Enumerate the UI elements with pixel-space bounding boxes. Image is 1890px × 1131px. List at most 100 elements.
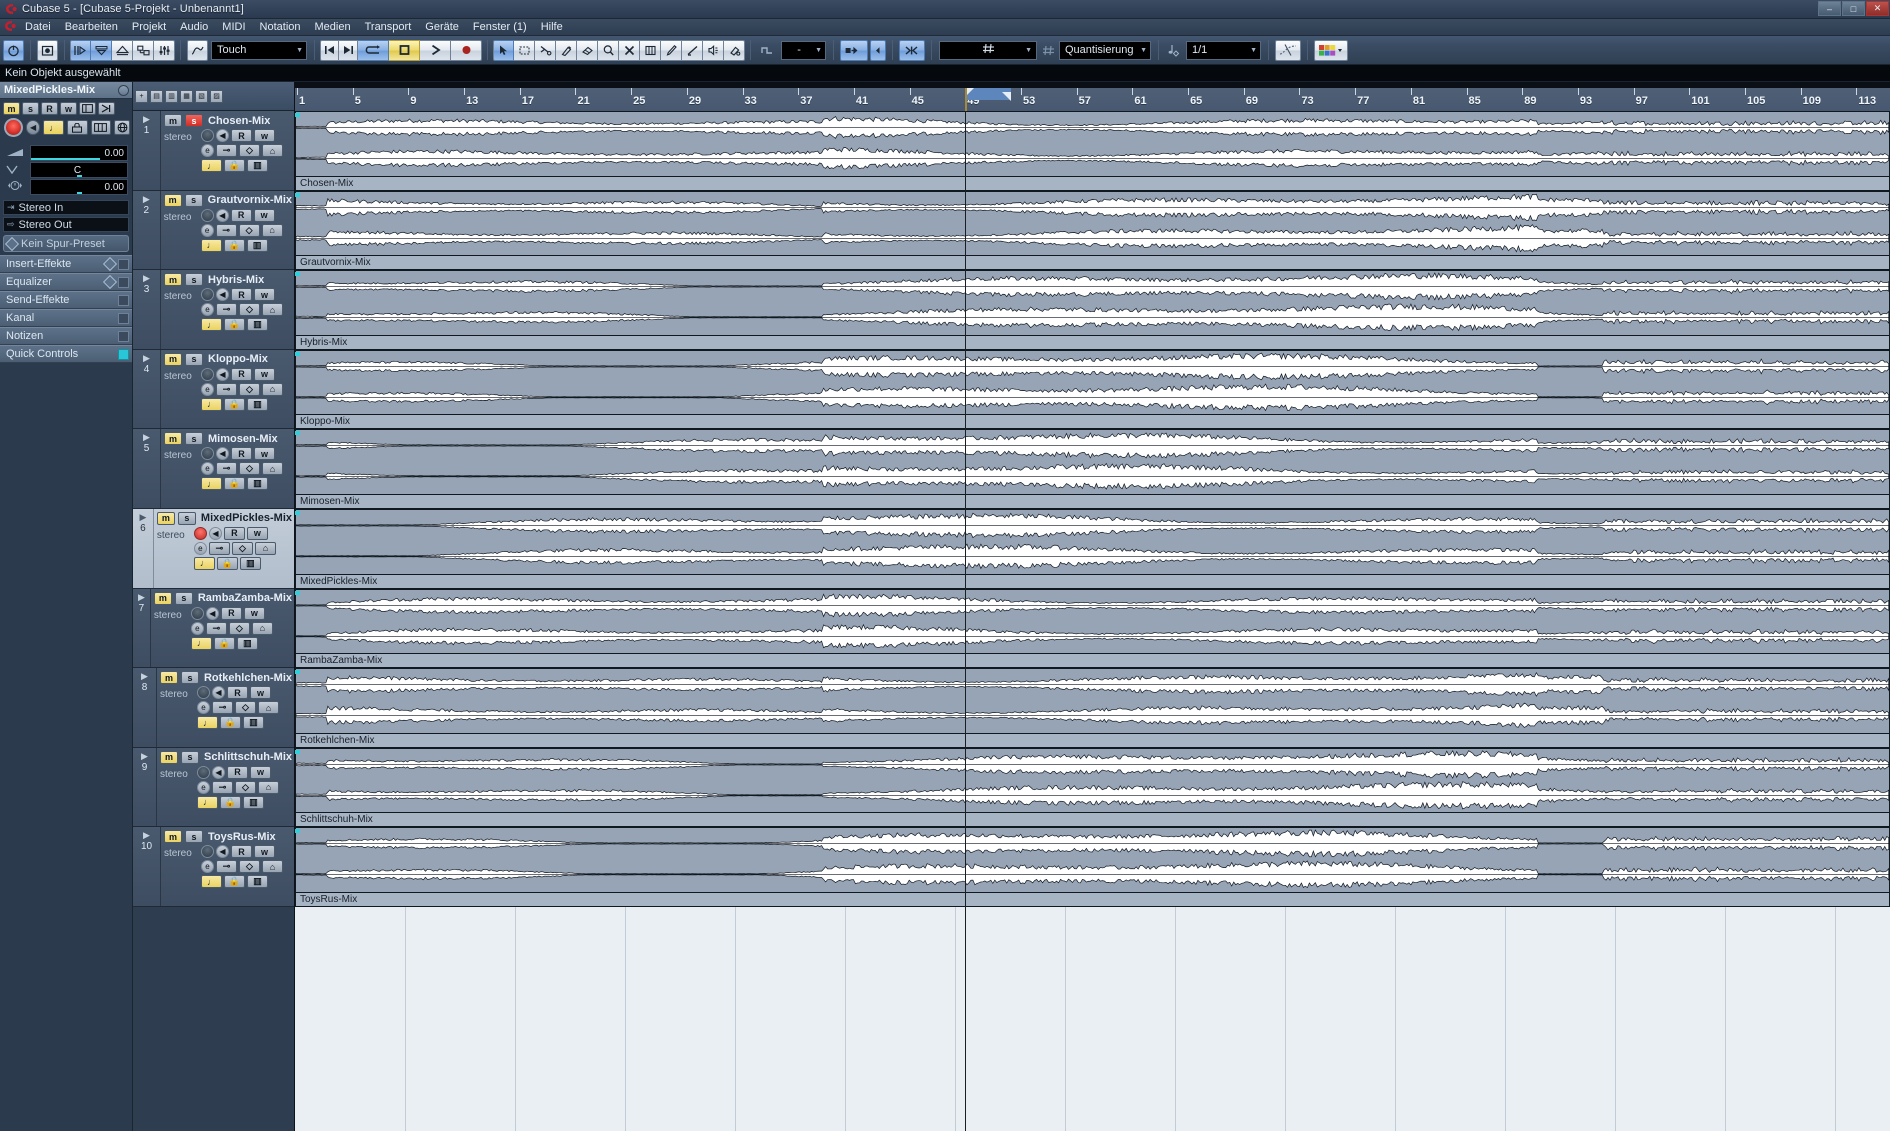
inspector-musical-mode-icon[interactable]: ♩: [43, 120, 65, 135]
playhead-cursor[interactable]: [965, 111, 967, 1131]
track-solo-button[interactable]: s: [185, 830, 203, 844]
track-edit-channel-icon[interactable]: e: [201, 303, 214, 317]
menu-bar[interactable]: Datei Bearbeiten Projekt Audio MIDI Notation M…: [0, 19, 1890, 36]
track-inspector-icon[interactable]: ▥: [165, 89, 178, 103]
track-lane[interactable]: Chosen-Mix: [295, 111, 1890, 191]
inspector-section-kanal[interactable]: Kanal: [0, 309, 132, 327]
toolbar[interactable]: Touch ▼ - ▼ ▼ Quantisierung ▼ 1/1 ▼: [0, 36, 1890, 65]
inspector-section-send-effekte[interactable]: Send-Effekte: [0, 291, 132, 309]
track-freeze-icon[interactable]: ⌂: [261, 223, 283, 237]
track-expand-arrow-icon[interactable]: ▶: [143, 353, 150, 363]
event-handle[interactable]: [295, 829, 300, 834]
track-inserts-icon[interactable]: ⊸: [215, 223, 237, 237]
object-selection-arrow-icon[interactable]: [493, 39, 514, 61]
track-edit-channel-icon[interactable]: e: [190, 621, 204, 635]
track-read-automation-button[interactable]: R: [231, 367, 252, 381]
time-warp-icon[interactable]: [640, 39, 661, 61]
show-event-infoline-icon[interactable]: [91, 39, 112, 61]
track-list-view-icon[interactable]: ▤: [150, 89, 163, 103]
track-mute-button[interactable]: m: [164, 273, 182, 287]
track-io-icon[interactable]: ▧: [195, 89, 208, 103]
track-write-automation-button[interactable]: w: [253, 208, 275, 222]
zoom-magnifier-icon[interactable]: [598, 39, 619, 61]
track-solo-button[interactable]: s: [185, 432, 203, 446]
track-inserts-icon[interactable]: ⊸: [216, 462, 237, 476]
track-expand-arrow-icon[interactable]: ▶: [143, 433, 150, 442]
inspector-track-header[interactable]: MixedPickles-Mix: [0, 82, 132, 99]
line-tool-icon[interactable]: [682, 39, 703, 61]
track-lane[interactable]: Kloppo-Mix: [295, 349, 1890, 430]
track-monitor-speaker-icon[interactable]: ◀: [205, 606, 219, 620]
track-lanes-icon[interactable]: ▥: [247, 318, 268, 332]
inspector-volume-row[interactable]: 0.00: [4, 145, 128, 161]
track-solo-button[interactable]: s: [184, 193, 203, 207]
track-solo-button[interactable]: s: [174, 591, 193, 605]
menu-item-ger-te[interactable]: Geräte: [418, 20, 466, 34]
color-paint-icon[interactable]: [724, 39, 745, 61]
track-row[interactable]: ▶ 9 m s Schlittschuh-Mix stereo ◀ Rw e ⊸ ◇ ⌂ ♩ 🔒 ▥: [133, 747, 294, 828]
track-edit-channel-icon[interactable]: e: [193, 541, 207, 555]
quantize-value-select[interactable]: 1/1 ▼: [1186, 40, 1261, 60]
track-musical-mode-icon[interactable]: ♩: [196, 795, 218, 809]
track-lane[interactable]: MixedPickles-Mix: [295, 509, 1890, 589]
event-handle[interactable]: [295, 192, 300, 197]
menu-item-projekt[interactable]: Projekt: [125, 20, 173, 34]
track-gutter[interactable]: ▶ 9: [133, 747, 157, 827]
menu-item-notation[interactable]: Notation: [253, 20, 308, 34]
track-write-automation-button[interactable]: w: [254, 845, 275, 859]
sends-state-icon[interactable]: [118, 294, 129, 306]
track-meter-icon[interactable]: ▦: [180, 89, 193, 103]
bypass-diamond-icon[interactable]: [102, 274, 118, 290]
inspector-section-equalizer[interactable]: Equalizer: [0, 273, 132, 291]
track-lock-icon[interactable]: 🔒: [219, 795, 241, 809]
timeline-ruler[interactable]: 1 5 9 13 17 21 25 29 33 37 41 45 49 53 57 61 65 69 73 77 81 8…: [295, 82, 1890, 111]
track-record-enable-icon[interactable]: [196, 765, 210, 779]
menu-item-transport[interactable]: Transport: [358, 20, 419, 34]
track-musical-mode-icon[interactable]: ♩: [200, 238, 222, 252]
track-gutter[interactable]: ▶ 1: [133, 111, 161, 190]
punch-select[interactable]: - ▼: [781, 40, 826, 60]
track-lane[interactable]: Grautvornix-Mix: [295, 190, 1890, 271]
right-locator-marker[interactable]: [1001, 88, 1011, 101]
track-expand-arrow-icon[interactable]: ▶: [143, 194, 150, 204]
track-lanes-icon[interactable]: ▥: [247, 159, 268, 172]
inspector-section-insert-effekte[interactable]: Insert-Effekte: [0, 255, 132, 273]
inspector-sections[interactable]: Insert-Effekte Equalizer Send-Effekte Kanal…: [0, 255, 132, 363]
track-edit-channel-icon[interactable]: e: [201, 462, 214, 476]
track-record-enable-icon[interactable]: [190, 606, 204, 620]
tools-group[interactable]: [493, 39, 745, 61]
track-inserts-icon[interactable]: ⊸: [205, 621, 227, 635]
stop-icon[interactable]: [389, 39, 420, 61]
track-list[interactable]: + ▤ ▥ ▦ ▧ ▨ ▶ 1 m s Chosen-Mix stereo ◀ Rw e ⊸ ◇ ⌂ ♩…: [133, 82, 295, 1131]
track-monitor-speaker-icon[interactable]: ◀: [211, 765, 225, 779]
audio-event[interactable]: [295, 349, 1890, 416]
track-name[interactable]: Hybris-Mix: [206, 274, 264, 286]
track-name[interactable]: Chosen-Mix: [206, 115, 270, 127]
color-palette-icon[interactable]: [1314, 39, 1348, 61]
track-monitor-speaker-icon[interactable]: ◀: [216, 367, 229, 381]
track-row[interactable]: ▶ 6 m s MixedPickles-Mix stereo ◀ Rw e ⊸ ◇ ⌂ ♩ 🔒 ▥: [133, 508, 294, 589]
track-solo-button[interactable]: s: [185, 352, 203, 366]
track-eq-icon[interactable]: ◇: [234, 701, 256, 715]
event-display[interactable]: Chosen-Mix Grautvornix-Mix Hybris-Mix Klopp…: [295, 111, 1890, 1131]
track-inserts-icon[interactable]: ⊸: [216, 144, 237, 157]
track-record-enable-icon[interactable]: [193, 526, 207, 540]
track-read-automation-button[interactable]: R: [231, 845, 252, 859]
track-read-automation-button[interactable]: R: [226, 765, 248, 779]
track-gutter[interactable]: ▶ 6: [133, 508, 154, 588]
track-record-enable-icon[interactable]: [201, 447, 214, 461]
inspector-section-quick-controls[interactable]: Quick Controls: [0, 345, 132, 363]
arrange-area[interactable]: 1 5 9 13 17 21 25 29 33 37 41 45 49 53 57 61 65 69 73 77 81 8…: [295, 82, 1890, 1131]
track-name[interactable]: Kloppo-Mix: [206, 353, 268, 365]
event-handle[interactable]: [295, 431, 300, 436]
output-routing-row[interactable]: ⇨ Stereo Out: [3, 217, 129, 232]
track-monitor-speaker-icon[interactable]: ◀: [216, 288, 229, 302]
track-monitor-speaker-icon[interactable]: ◀: [216, 129, 229, 142]
show-pool-icon[interactable]: [133, 39, 154, 61]
inspector-lock-icon[interactable]: [67, 120, 88, 135]
track-inserts-icon[interactable]: ⊸: [211, 780, 233, 794]
track-eq-icon[interactable]: ◇: [239, 303, 260, 317]
track-gutter[interactable]: ▶ 5: [133, 429, 161, 508]
track-mute-button[interactable]: m: [164, 352, 182, 366]
track-mute-button[interactable]: m: [159, 671, 178, 685]
